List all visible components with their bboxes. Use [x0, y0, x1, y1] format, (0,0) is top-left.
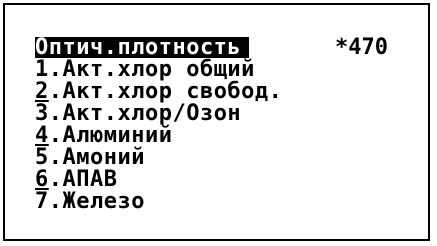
wavelength-value: *470 — [335, 35, 388, 60]
menu-item-7[interactable]: 7.Железо — [35, 189, 145, 214]
lcd-screen: Оптич.плотность *470 1.Акт.хлор общий 2.… — [3, 3, 430, 241]
mode-title: Оптич.плотность — [35, 37, 250, 59]
menu-item-label: .Железо — [48, 189, 145, 214]
menu-item-number: 7 — [35, 189, 49, 214]
